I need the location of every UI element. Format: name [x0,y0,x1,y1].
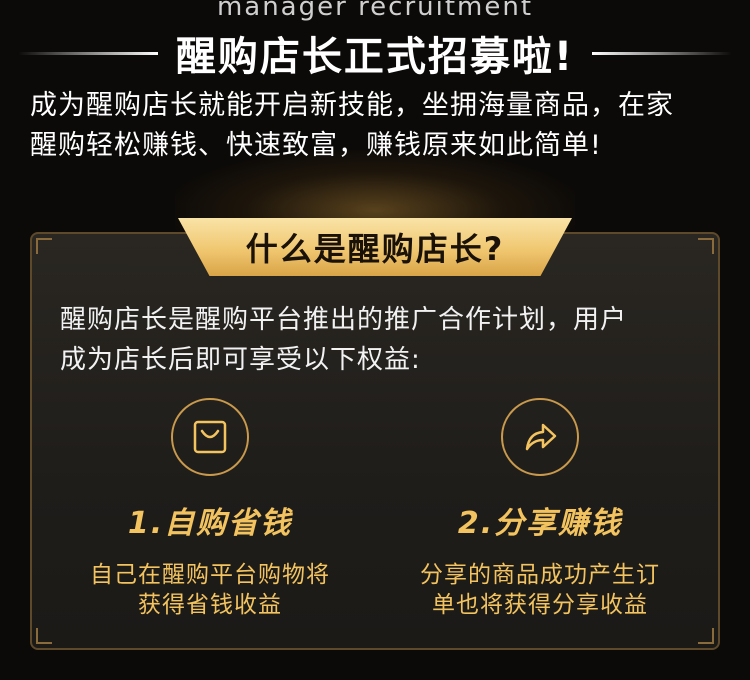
title-divider-right [592,51,732,55]
page-title: 醒购店长正式招募啦! [175,34,575,80]
intro-text: 成为醒购店长就能开启新技能，坐拥海量商品，在家 醒购轻松赚钱、快速致富，赚钱原来… [30,86,730,166]
section-banner: 什么是醒购店长? [178,218,572,276]
benefit-title: 2.分享赚钱 [457,506,623,541]
title-row: 醒购店长正式招募啦! [0,28,750,80]
english-subtitle: manager recruitment [216,0,534,22]
card-corner-ornament [36,628,52,644]
shopping-bag-icon [171,398,249,476]
card-corner-ornament [36,238,52,254]
description-line: 成为店长后即可享受以下权益: [60,345,421,375]
section-banner-title: 什么是醒购店长? [245,230,505,268]
title-divider-left [18,51,158,55]
benefit-share-earn: 2.分享赚钱 分享的商品成功产生订 单也将获得分享收益 [390,398,690,620]
benefit-description: 分享的商品成功产生订 单也将获得分享收益 [390,560,690,620]
benefit-desc-line: 自己在醒购平台购物将 [90,562,330,588]
share-arrow-icon [501,398,579,476]
benefit-desc-line: 单也将获得分享收益 [432,592,648,618]
card-corner-ornament [698,238,714,254]
card-description: 醒购店长是醒购平台推出的推广合作计划，用户 成为店长后即可享受以下权益: [60,300,700,380]
card-corner-ornament [698,628,714,644]
benefit-desc-line: 获得省钱收益 [138,592,282,618]
benefit-title: 1.自购省钱 [127,506,293,541]
description-line: 醒购店长是醒购平台推出的推广合作计划，用户 [60,305,628,335]
benefit-description: 自己在醒购平台购物将 获得省钱收益 [60,560,360,620]
benefit-self-purchase: 1.自购省钱 自己在醒购平台购物将 获得省钱收益 [60,398,360,620]
benefit-desc-line: 分享的商品成功产生订 [420,562,660,588]
intro-line: 成为醒购店长就能开启新技能，坐拥海量商品，在家 [30,90,674,121]
intro-line: 醒购轻松赚钱、快速致富，赚钱原来如此简单! [30,130,602,161]
